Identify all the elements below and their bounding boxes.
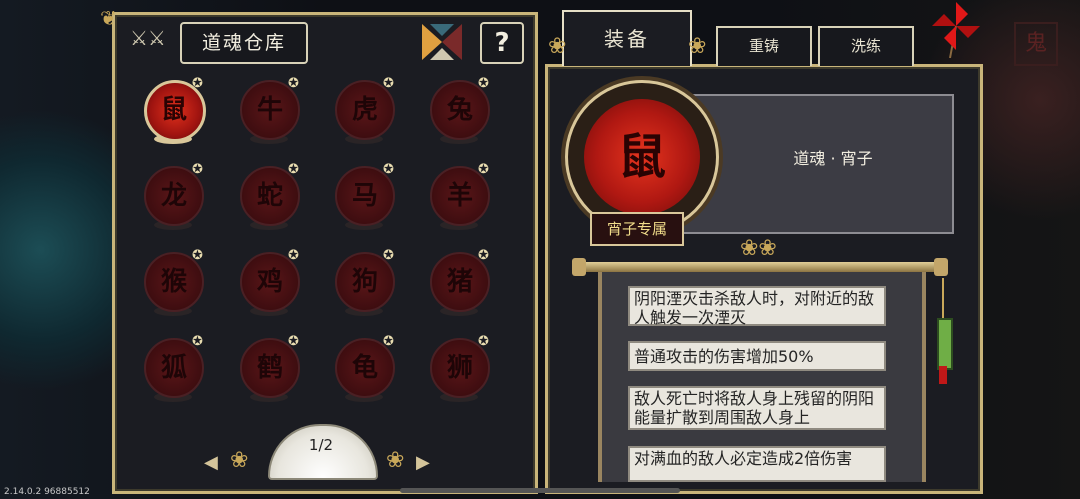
soul-slot[interactable]: 鼠 ✪ <box>140 76 206 150</box>
soul-slot[interactable]: 龙 ✪ <box>140 162 204 236</box>
star-icon: ✪ <box>478 162 489 177</box>
star-icon: ✪ <box>288 248 299 263</box>
soul-slot[interactable]: 鸡 ✪ <box>236 248 300 322</box>
exclusive-badge: 宵子专属 <box>590 212 684 246</box>
star-icon: ✪ <box>288 76 299 91</box>
scroll-rod-end <box>934 258 948 276</box>
soul-slot[interactable]: 狮 ✪ <box>426 334 490 408</box>
version-text: 2.14.0.2 96885512 <box>4 487 90 497</box>
star-icon: ✪ <box>192 76 203 91</box>
soul-name: 道魂 · 宵子 <box>793 149 873 168</box>
soul-slot[interactable]: 马 ✪ <box>331 162 395 236</box>
tassel-end <box>939 366 947 384</box>
star-icon: ✪ <box>478 334 489 349</box>
effect-item: 对满血的敌人必定造成2倍伤害 <box>628 446 886 482</box>
star-icon: ✪ <box>383 248 394 263</box>
effect-item: 普通攻击的伤害增加50% <box>628 341 886 371</box>
tab-recast[interactable]: 重铸 <box>716 26 812 66</box>
soul-slot[interactable]: 狗 ✪ <box>331 248 395 322</box>
pinwheel-icon[interactable] <box>932 0 980 58</box>
cloud-ornament-icon: ❀ <box>688 34 707 59</box>
swords-icon: ⚔⚔ <box>130 26 166 50</box>
soul-slot[interactable]: 兔 ✪ <box>426 76 490 150</box>
star-icon: ✪ <box>288 334 299 349</box>
scroll-rod-end <box>572 258 586 276</box>
page-indicator: 1/2 <box>268 424 378 480</box>
tangram-icon[interactable] <box>422 24 462 60</box>
star-icon: ✪ <box>192 248 203 263</box>
prev-page-arrow-icon[interactable]: ◀ <box>204 452 218 473</box>
soul-slot[interactable]: 羊 ✪ <box>426 162 490 236</box>
star-icon: ✪ <box>383 76 394 91</box>
effect-item: 敌人死亡时将敌人身上残留的阴阳能量扩散到周围敌人身上 <box>628 386 886 430</box>
equipped-soul: 鼠 <box>565 80 719 234</box>
soul-slot[interactable]: 猪 ✪ <box>426 248 490 322</box>
help-button[interactable]: ? <box>480 22 524 64</box>
star-icon: ✪ <box>383 162 394 177</box>
star-icon: ✪ <box>192 334 203 349</box>
soul-slot[interactable]: 牛 ✪ <box>236 76 300 150</box>
star-icon: ✪ <box>288 162 299 177</box>
soul-slot[interactable]: 蛇 ✪ <box>236 162 300 236</box>
star-icon: ✪ <box>383 334 394 349</box>
cloud-ornament-icon: ❀ <box>548 34 567 59</box>
next-page-arrow-icon[interactable]: ▶ <box>416 452 430 473</box>
effect-item: 阴阳湮灭击杀敌人时，对附近的敌人触发一次湮灭 <box>628 286 886 327</box>
tab-refine[interactable]: 洗练 <box>818 26 914 66</box>
star-icon: ✪ <box>478 76 489 91</box>
cloud-ornament-icon: ❀ <box>230 448 249 473</box>
ghost-mask-icon: 鬼 <box>1014 22 1058 66</box>
soul-slot[interactable]: 龟 ✪ <box>331 334 395 408</box>
scroll-rod <box>578 262 948 272</box>
warehouse-title: 道魂仓库 <box>180 22 308 64</box>
jade-tassel-icon <box>937 318 953 370</box>
star-icon: ✪ <box>192 162 203 177</box>
soul-slot[interactable]: 猴 ✪ <box>140 248 204 322</box>
soul-glyph-icon: 鼠 <box>617 129 666 185</box>
star-icon: ✪ <box>478 248 489 263</box>
page-number: 1/2 <box>308 436 334 454</box>
soul-slot[interactable]: 虎 ✪ <box>331 76 395 150</box>
cloud-ornament-icon: ❀ <box>386 448 405 473</box>
tassel-string <box>942 278 944 318</box>
corner-ornament-icon: ❦ <box>100 6 117 30</box>
cloud-ornament-icon: ❀❀ <box>740 236 777 261</box>
tab-equip[interactable]: 装备 <box>562 10 692 66</box>
soul-slot[interactable]: 鹤 ✪ <box>236 334 300 408</box>
home-indicator <box>400 488 680 493</box>
soul-slot[interactable]: 狐 ✪ <box>140 334 204 408</box>
